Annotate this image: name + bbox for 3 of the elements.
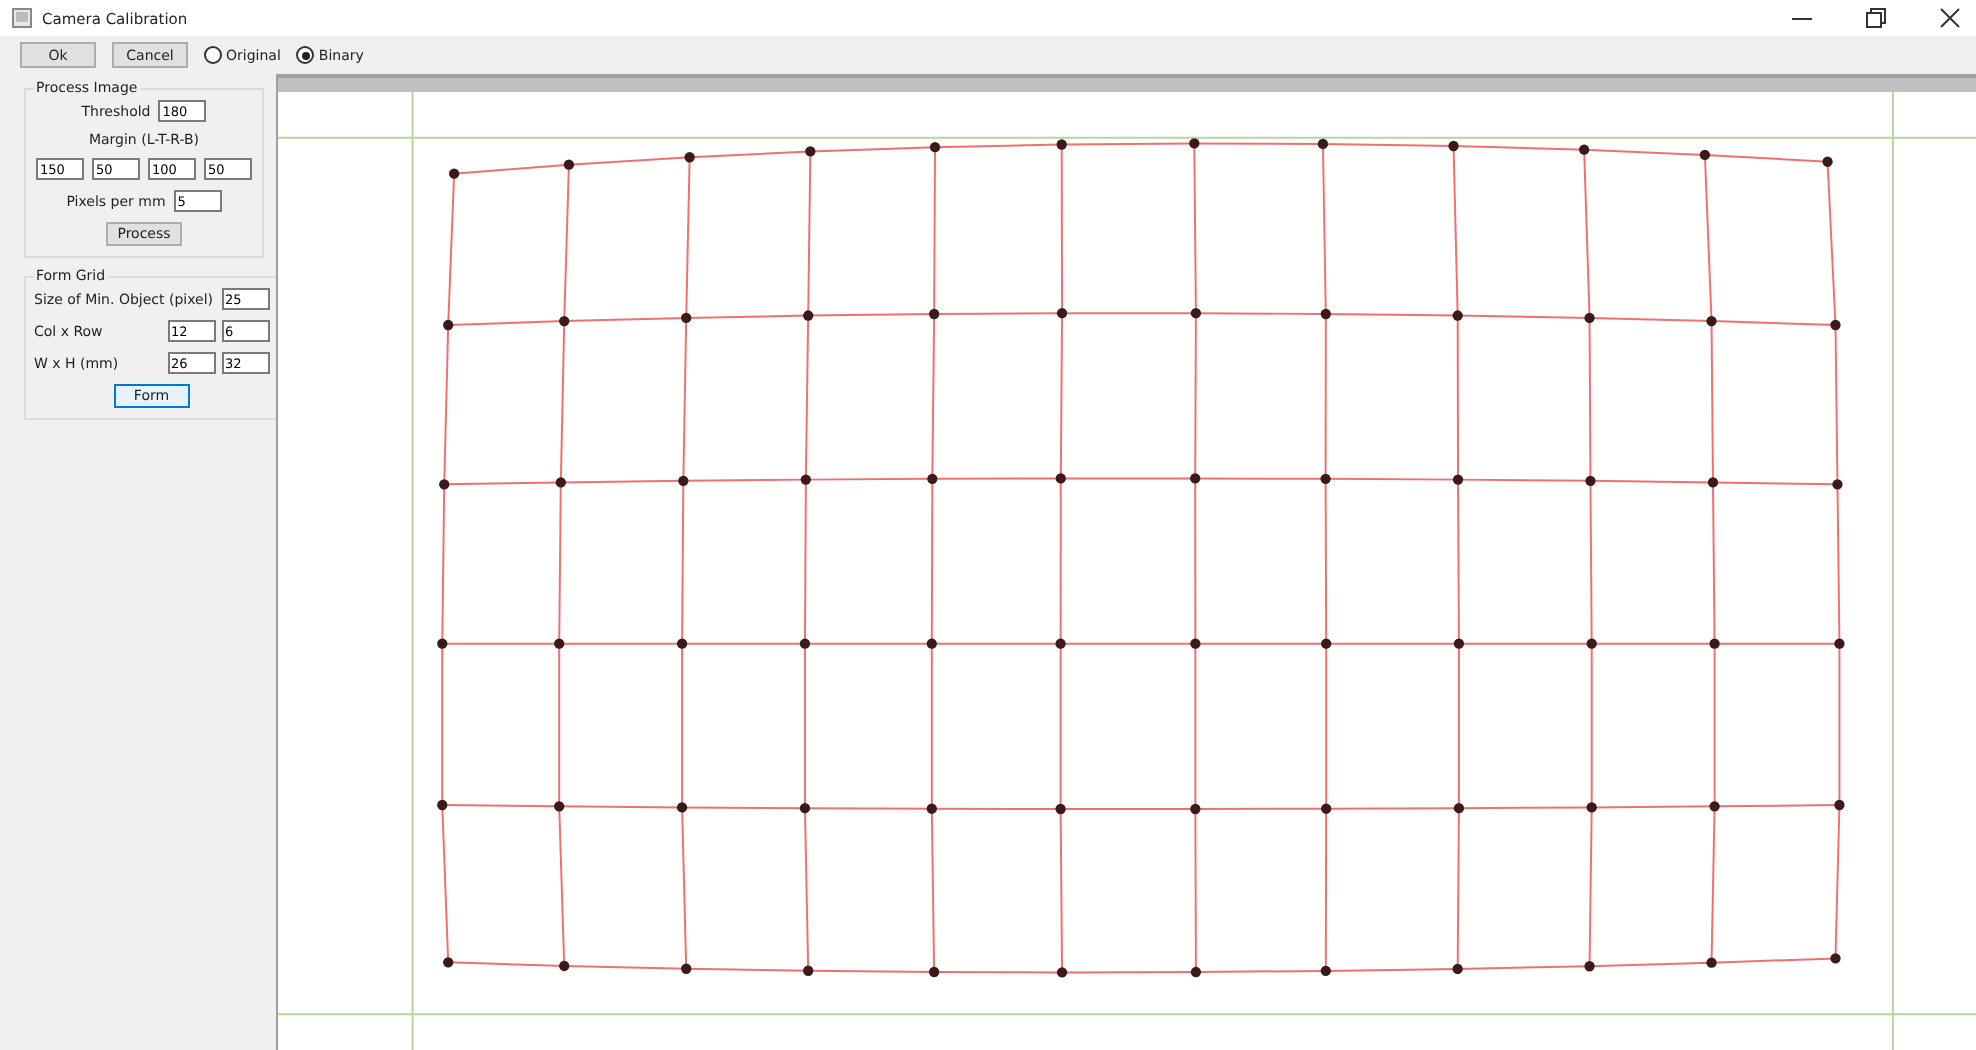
- restore-icon[interactable]: [1866, 8, 1886, 28]
- close-icon[interactable]: [1940, 8, 1960, 28]
- app-icon: [12, 8, 32, 28]
